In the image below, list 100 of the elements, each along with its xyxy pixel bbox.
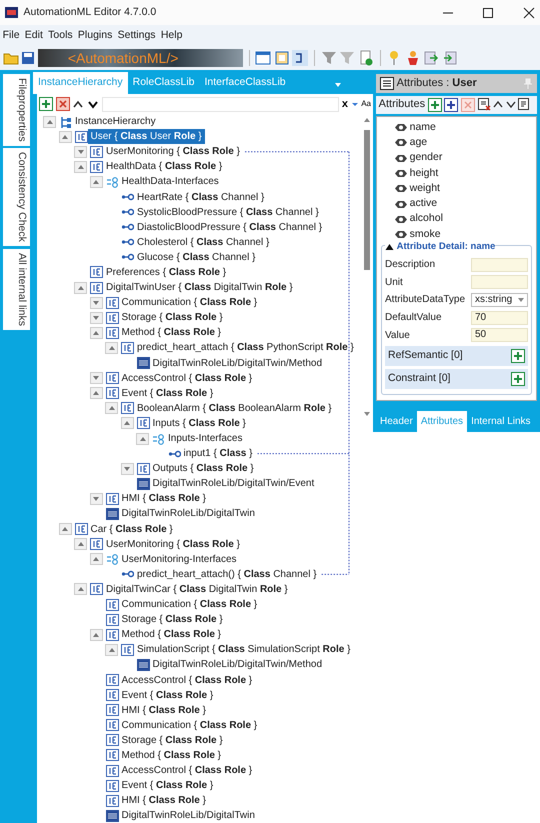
menu-item[interactable]: Plugins [78,28,112,44]
tree-item[interactable]: AccessControl { Class Role } [118,370,256,386]
connector-icon[interactable] [292,50,308,66]
tree-item[interactable]: Method { Class Role } [118,325,224,340]
expand-toggle[interactable] [74,282,87,294]
tree-item[interactable]: Inputs-Interfaces [165,431,246,446]
menu-item[interactable]: Settings [118,28,156,44]
tree-item[interactable]: DigitalTwinUser { Class DigitalTwin Role } [103,280,296,296]
input-field[interactable] [471,275,528,290]
attribute-item[interactable]: age [410,134,428,151]
tree-item[interactable]: predict_heart_attach { Class PythonScript Role } [134,340,357,356]
clear-list-icon[interactable] [478,98,491,112]
select-field[interactable]: xs:string [471,292,528,307]
tree-item[interactable]: HMI { Class Role } [118,491,209,506]
tree-item[interactable]: UserMonitoring-Interfaces [118,552,240,567]
tree-item[interactable]: HMI { Class Role } [118,793,209,808]
side-tab[interactable]: Fileproperties [3,74,30,146]
tree-item[interactable]: Cholesterol { Class Channel } [134,234,272,250]
menu-item[interactable]: File [2,28,20,44]
tree-item[interactable]: HMI { Class Role } [118,702,209,718]
tree-item[interactable]: BooleanAlarm { Class BooleanAlarm Role } [134,400,335,416]
input-field[interactable]: 50 [471,328,528,342]
attribute-item[interactable]: alcohol [410,211,443,228]
expand-toggle[interactable] [90,553,102,566]
expand-toggle[interactable] [90,312,102,324]
expand-toggle[interactable] [120,462,134,475]
tree-item[interactable]: Inputs { Class Role } [150,416,249,431]
document-arrow-icon[interactable] [423,50,440,66]
attribute-item[interactable]: name [410,120,436,136]
tree-item[interactable]: Communication { Class Role } [118,597,260,612]
maximize-icon[interactable] [482,6,494,18]
window-icon[interactable] [255,50,272,66]
expand-toggle[interactable] [74,583,87,596]
tree-item[interactable]: Method { Class Role } [118,748,224,763]
clear-button[interactable]: x [342,96,348,112]
add-icon[interactable] [39,97,53,111]
section-bar[interactable]: RefSemantic [0] [385,346,528,366]
tree-item[interactable]: Communication { Class Role } [118,295,260,310]
menu-item[interactable]: Help [160,28,182,44]
expand-toggle[interactable] [43,116,56,128]
expand-toggle[interactable] [105,644,118,656]
document-arrow-icon[interactable] [442,50,458,66]
tree-item[interactable]: SimulationScript { Class SimulationScript Role } [134,642,354,658]
expand-toggle[interactable] [90,296,102,309]
input-field[interactable]: 70 [471,310,528,324]
delete-icon[interactable] [56,97,70,111]
expand-toggle[interactable] [90,628,102,641]
tree-item[interactable]: AccessControl { Class Role } [118,672,256,688]
tree-item[interactable]: DigitalTwinRoleLib/DigitalTwin/Event [150,476,318,492]
filter-icon[interactable] [320,50,337,66]
tree-item[interactable]: Method { Class Role } [118,627,224,642]
expand-toggle[interactable] [105,402,118,414]
expand-toggle[interactable] [90,372,102,384]
tree-item[interactable]: Car { Class Role } [88,522,176,537]
tree-item[interactable]: HealthData-Interfaces [118,174,222,190]
tree-item[interactable]: Communication { Class Role } [118,718,260,733]
attribute-item[interactable]: gender [410,150,442,166]
add-icon[interactable] [428,98,442,112]
frame-icon[interactable] [274,50,290,66]
tree-item[interactable]: HeartRate { Class Channel } [134,190,268,205]
tree-item[interactable]: Event { Class Role } [118,688,216,703]
tree-item[interactable]: SystolicBloodPressure { Class Channel } [134,204,322,220]
tree-item[interactable]: Storage { Class Role } [118,310,226,326]
expand-toggle[interactable] [58,523,72,536]
side-tab[interactable]: All internal links [3,248,30,330]
tree-item[interactable]: predict_heart_attach() { Class Channel } [134,566,320,582]
expand-toggle[interactable] [90,387,102,400]
tree-item[interactable]: DigitalTwinRoleLib/DigitalTwin [118,808,258,823]
menu-item[interactable]: Tools [48,28,73,44]
expand-toggle[interactable] [74,146,87,158]
expand-toggle[interactable] [90,326,102,339]
expand-toggle[interactable] [136,432,149,445]
expand-toggle[interactable] [58,130,72,143]
add-icon[interactable] [511,348,525,363]
tree-item[interactable]: DiastolicBloodPressure { Class Channel } [134,220,326,235]
expand-toggle[interactable] [74,160,87,173]
tree-item[interactable]: input1 { Class } [180,446,256,462]
edit-list-icon[interactable] [518,98,530,112]
tree-item[interactable]: Storage { Class Role } [118,612,226,628]
tree-item[interactable]: DigitalTwinCar { Class DigitalTwin Role } [103,582,291,597]
tree-item[interactable]: Storage { Class Role } [118,732,226,748]
expand-toggle[interactable] [105,342,118,354]
tree-item[interactable]: Preferences { Class Role } [103,264,230,280]
tree-item[interactable]: Event { Class Role } [118,386,216,401]
tree-item[interactable]: Event { Class Role } [118,778,216,794]
document-check-icon[interactable] [358,50,374,66]
tree-item[interactable]: InstanceHierarchy [72,114,159,130]
expand-toggle[interactable] [74,538,87,550]
tree-item[interactable]: Glucose { Class Channel } [134,250,258,265]
attribute-item[interactable]: weight [410,180,440,197]
search-field[interactable] [102,96,340,112]
tree-item[interactable]: User { Class User Role } [88,129,205,144]
attribute-item[interactable]: height [410,166,438,182]
expand-toggle[interactable] [90,176,102,188]
side-tab[interactable]: Consistency Check [3,148,30,246]
input-field[interactable] [471,258,528,272]
collapse-icon[interactable] [385,243,394,252]
attribute-item[interactable]: active [410,196,438,212]
section-bar[interactable]: Constraint [0] [385,368,528,389]
tree-item[interactable]: DigitalTwinRoleLib/DigitalTwin [118,506,258,522]
